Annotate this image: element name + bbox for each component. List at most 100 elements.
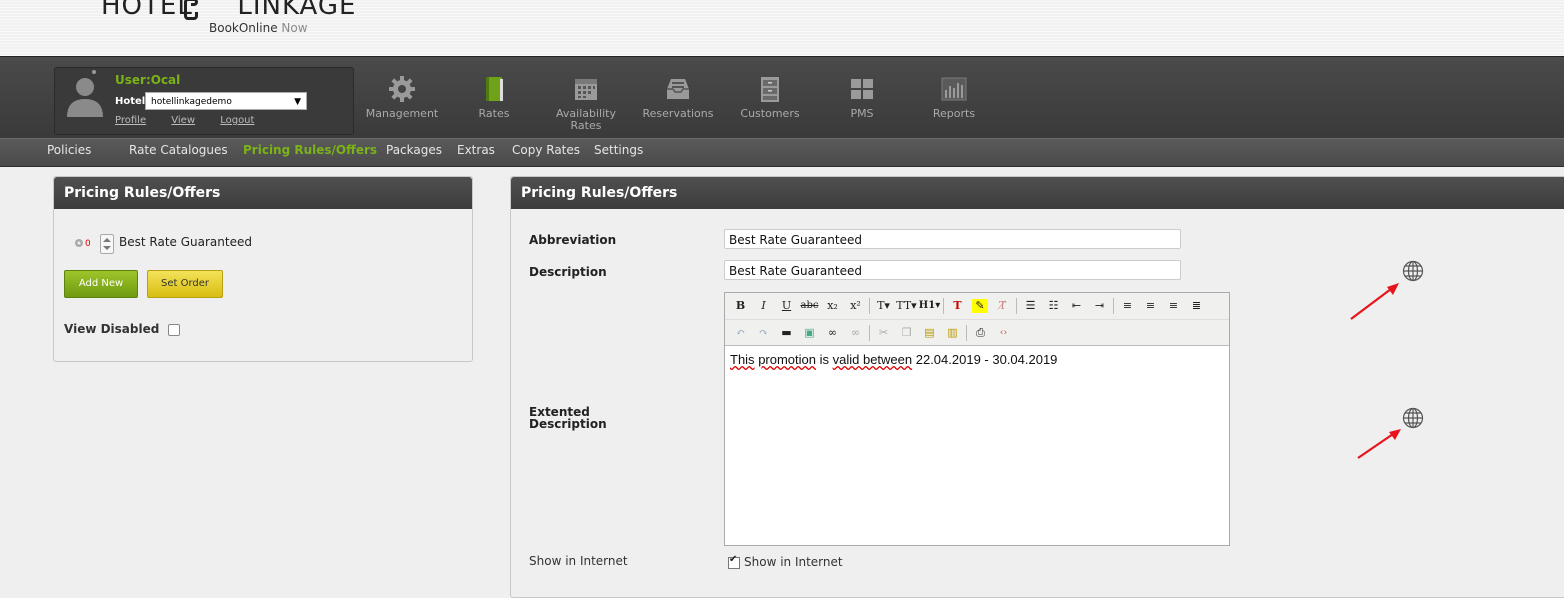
show-in-internet-checkbox[interactable] (728, 554, 740, 569)
chevron-down-icon: ▼ (294, 97, 301, 107)
subscript-icon[interactable]: x₂ (821, 296, 844, 316)
font-family-icon[interactable]: T▾ (872, 296, 895, 316)
paste-icon[interactable]: ▤ (918, 323, 941, 343)
horizontal-rule-icon[interactable]: ▬ (775, 323, 798, 343)
print-icon[interactable]: ⎙ (969, 323, 992, 343)
link-icon[interactable]: ∞ (821, 323, 844, 343)
submenu-packages[interactable]: Packages (386, 143, 442, 157)
bulleted-list-icon[interactable]: ☰ (1019, 296, 1042, 316)
text-color-icon[interactable]: T (946, 296, 969, 316)
user-box: User:Ocal Hotel hotellinkagedemo ▼ Profi… (54, 67, 354, 135)
panel-title: Pricing Rules/Offers (511, 177, 1564, 209)
up-down-arrows-icon (103, 238, 111, 250)
nav-customers[interactable]: Customers (725, 75, 815, 120)
align-right-icon[interactable]: ≡ (1162, 296, 1185, 316)
view-disabled-checkbox[interactable] (167, 323, 180, 336)
gear-icon[interactable] (73, 237, 85, 249)
nav-availability-rates[interactable]: Availability Rates (541, 75, 631, 132)
cabinet-icon (761, 77, 779, 102)
logout-link[interactable]: Logout (220, 115, 254, 126)
description-input[interactable]: Best Rate Guaranteed (724, 260, 1181, 280)
avatar (67, 78, 103, 117)
grid-icon (851, 79, 873, 99)
outdent-icon[interactable]: ⇤ (1065, 296, 1088, 316)
nav-pms[interactable]: PMS (817, 75, 907, 120)
logo-header: HOTEL LINKAGE BookOnline Now (0, 0, 1564, 56)
toolbar-separator (943, 298, 944, 314)
reorder-stepper[interactable] (100, 234, 114, 254)
nav-reports[interactable]: Reports (909, 75, 999, 120)
view-disabled-row: View Disabled (64, 322, 180, 336)
nav-label: Customers (740, 107, 800, 120)
image-icon[interactable]: ▣ (798, 323, 821, 343)
show-in-internet-row[interactable]: Show in Internet (728, 554, 843, 569)
bold-icon[interactable]: B (729, 296, 752, 316)
rich-text-editor[interactable]: B I U abc x₂ x² T▾ TT▾ H1▾ T ✎ T̸ ☰ ☷ ⇤ … (724, 292, 1230, 546)
unlink-icon[interactable]: ∞ (844, 323, 867, 343)
nav-label: Reservations (642, 107, 714, 120)
undo-icon[interactable]: ↶ (729, 323, 752, 343)
toolbar-separator (869, 298, 870, 314)
editor-toolbar: B I U abc x₂ x² T▾ TT▾ H1▾ T ✎ T̸ ☰ ☷ ⇤ … (725, 293, 1229, 346)
strikethrough-icon[interactable]: abc (798, 296, 821, 316)
highlight-icon[interactable]: ✎ (972, 299, 988, 313)
nav-management[interactable]: Management (357, 75, 447, 120)
nav-label: PMS (850, 107, 874, 120)
book-icon (486, 77, 503, 101)
submenu-extras[interactable]: Extras (457, 143, 495, 157)
globe-icon[interactable] (1402, 407, 1424, 429)
hotel-select-value: hotellinkagedemo (151, 97, 232, 107)
clear-format-icon[interactable]: T̸ (991, 296, 1014, 316)
description-label: Description (529, 265, 607, 279)
align-center-icon[interactable]: ≡ (1139, 296, 1162, 316)
inbox-icon (667, 79, 689, 99)
rule-item-name[interactable]: Best Rate Guaranteed (119, 235, 252, 249)
justify-icon[interactable]: ≣ (1185, 296, 1208, 316)
view-link[interactable]: View (171, 115, 195, 126)
nav-reservations[interactable]: Reservations (633, 75, 723, 120)
brand-tagline: BookOnline Now (209, 21, 308, 35)
profile-link[interactable]: Profile (115, 115, 146, 126)
submenu-pricing-rules[interactable]: Pricing Rules/Offers (243, 143, 377, 157)
annotation-arrow (1350, 283, 1399, 320)
indent-icon[interactable]: ⇥ (1088, 296, 1111, 316)
numbered-list-icon[interactable]: ☷ (1042, 296, 1065, 316)
sub-navbar: Policies Rate Catalogues Pricing Rules/O… (0, 138, 1564, 167)
copy-icon[interactable]: ❐ (895, 323, 918, 343)
nav-label: Rates (478, 107, 510, 120)
globe-icon[interactable] (1402, 260, 1424, 282)
set-order-button[interactable]: Set Order (147, 270, 223, 298)
nav-label: Reports (932, 107, 976, 120)
rule-detail-panel: Pricing Rules/Offers Abbreviation Best R… (510, 176, 1564, 598)
bar-chart-icon (941, 77, 967, 101)
submenu-rate-catalogues[interactable]: Rate Catalogues (129, 143, 228, 157)
main-navbar: User:Ocal Hotel hotellinkagedemo ▼ Profi… (0, 56, 1564, 139)
submenu-policies[interactable]: Policies (47, 143, 91, 157)
toolbar-separator (1016, 298, 1017, 314)
align-left-icon[interactable]: ≡ (1116, 296, 1139, 316)
brand-logo[interactable]: HOTEL LINKAGE (101, 0, 356, 21)
add-new-button[interactable]: Add New (64, 270, 138, 298)
heading-icon[interactable]: H1▾ (918, 296, 941, 316)
underline-icon[interactable]: U (775, 296, 798, 316)
cut-icon[interactable]: ✂ (872, 323, 895, 343)
superscript-icon[interactable]: x² (844, 296, 867, 316)
view-disabled-label: View Disabled (64, 322, 160, 336)
source-code-icon[interactable]: ‹› (992, 323, 1015, 343)
font-size-icon[interactable]: TT▾ (895, 296, 918, 316)
gear-icon (389, 76, 415, 102)
toolbar-separator (1113, 298, 1114, 314)
submenu-copy-rates[interactable]: Copy Rates (512, 143, 580, 157)
brand-name-left: HOTEL (101, 0, 193, 21)
hotel-select[interactable]: hotellinkagedemo ▼ (145, 92, 307, 110)
submenu-settings[interactable]: Settings (594, 143, 643, 157)
nav-rates[interactable]: Rates (449, 75, 539, 120)
redo-icon[interactable]: ↷ (752, 323, 775, 343)
calendar-icon (575, 79, 597, 100)
chain-link-icon (184, 0, 198, 20)
abbreviation-input[interactable]: Best Rate Guaranteed (724, 229, 1181, 249)
paste-text-icon[interactable]: ▥ (941, 323, 964, 343)
italic-icon[interactable]: I (752, 296, 775, 316)
rules-list-panel: Pricing Rules/Offers 0 Best Rate Guarant… (53, 176, 473, 362)
editor-content[interactable]: This promotion is valid between 22.04.20… (725, 346, 1229, 373)
